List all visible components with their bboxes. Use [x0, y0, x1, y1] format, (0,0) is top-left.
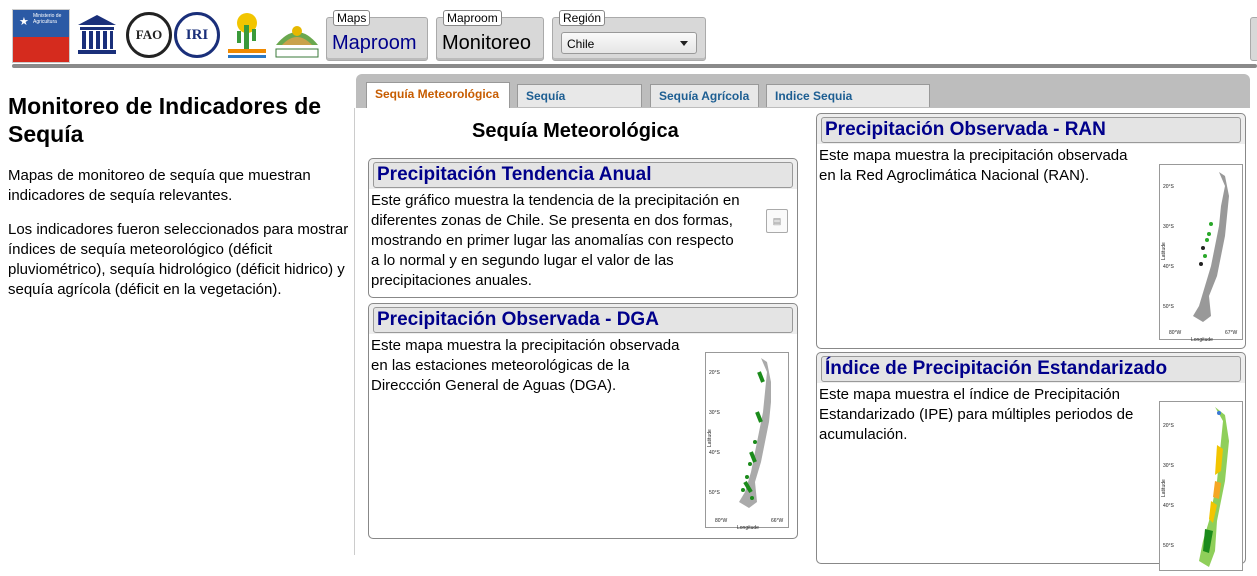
svg-text:20°S: 20°S [1163, 423, 1175, 429]
svg-text:40°S: 40°S [1163, 264, 1175, 270]
maproom-legend: Maproom [443, 10, 502, 26]
map-thumbnail-dga[interactable]: 20°S 30°S 40°S 50°S 80°W 66°W Longitude … [705, 352, 789, 532]
chile-star-icon: ★ [19, 16, 29, 28]
tab-sequia-hidrologica[interactable]: Sequía Hidrológica [517, 84, 642, 126]
iri-logo-text: IRI [185, 26, 209, 43]
tab-sequia-agricola[interactable]: Sequía Agrícola [650, 84, 759, 107]
svg-text:20°S: 20°S [709, 370, 721, 376]
svg-text:30°S: 30°S [1163, 224, 1175, 230]
fao-logo-text: FAO [135, 27, 163, 42]
cazalac-logo[interactable] [226, 9, 268, 61]
svg-text:20°S: 20°S [1163, 184, 1175, 190]
fao-logo[interactable]: FAO [126, 12, 172, 58]
iri-logo[interactable]: IRI [174, 12, 220, 58]
top-bar: ★ Ministerio de Agricultura FAO IRI Maps… [0, 0, 1257, 66]
chevron-down-icon [680, 41, 688, 46]
sidebar-description-text: Los indicadores fueron seleccionados par… [8, 221, 349, 298]
sidebar-intro-text: Mapas de monitoreo de sequía que muestra… [8, 167, 311, 204]
svg-text:Latitude: Latitude [1161, 479, 1167, 497]
svg-text:67°W: 67°W [1225, 330, 1238, 336]
svg-text:50°S: 50°S [709, 490, 721, 496]
card-header: Precipitación Observada - DGA [373, 307, 793, 333]
svg-text:Longitude: Longitude [1191, 337, 1213, 343]
svg-text:50°S: 50°S [1163, 304, 1175, 310]
map-thumbnail-ran[interactable]: 20°S 30°S 40°S 50°S 80°W 67°W Longitude … [1159, 164, 1243, 344]
svg-text:30°S: 30°S [1163, 463, 1175, 469]
card-title-link[interactable]: Precipitación Tendencia Anual [377, 163, 652, 187]
ministerio-agricultura-logo[interactable]: ★ Ministerio de Agricultura [12, 9, 70, 63]
card-title-link[interactable]: Precipitación Observada - DGA [377, 308, 659, 332]
svg-text:Longitude: Longitude [737, 525, 759, 531]
region-legend: Región [559, 10, 606, 26]
card-header: Precipitación Tendencia Anual [373, 162, 793, 188]
region-dropdown[interactable]: Chile [561, 32, 697, 54]
tab-indice-sequia-combinado[interactable]: Indice Sequia Combinado [766, 84, 930, 126]
toolbar-edge-control[interactable] [1250, 17, 1257, 61]
maps-selector[interactable]: Maps Maproom [326, 10, 428, 61]
svg-text:Latitude: Latitude [707, 429, 713, 447]
svg-text:80°W: 80°W [715, 518, 728, 524]
svg-text:40°S: 40°S [1163, 503, 1175, 509]
maproom-link[interactable]: Maproom [332, 30, 416, 56]
page-title: Monitoreo de Indicadores de Sequía [8, 93, 322, 147]
tab-sequia-meteorologica[interactable]: Sequía Meteorológica [366, 82, 510, 109]
document-icon[interactable]: ▤ [766, 209, 788, 233]
maps-legend: Maps [333, 10, 371, 26]
svg-text:30°S: 30°S [709, 410, 721, 416]
section-title: Sequía Meteorológica [472, 120, 679, 142]
svg-text:40°S: 40°S [709, 450, 721, 456]
maproom-selector[interactable]: Maproom Monitoreo [436, 10, 544, 61]
card-description: Este mapa muestra el índice de Precipita… [819, 386, 1134, 443]
card-title-link[interactable]: Índice de Precipitación Estandarizado [825, 357, 1167, 381]
card-description: Este mapa muestra la precipitación obser… [819, 147, 1128, 184]
region-selector[interactable]: Región Chile [552, 10, 706, 61]
header-divider [12, 64, 1257, 68]
sidebar: Monitoreo de Indicadores de Sequía Mapas… [8, 92, 350, 300]
svg-text:50°S: 50°S [1163, 543, 1175, 549]
svg-text:66°W: 66°W [771, 518, 784, 524]
card-precipitacion-observada-dga: Precipitación Observada - DGA Este mapa … [368, 303, 798, 539]
monitoreo-link[interactable]: Monitoreo [442, 30, 531, 56]
card-description: Este gráfico muestra la tendencia de la … [371, 192, 740, 289]
region-selected-value: Chile [567, 37, 595, 51]
unesco-logo[interactable] [74, 9, 120, 61]
map-thumbnail-ipe[interactable]: 20°S 30°S 40°S 50°S Latitude [1159, 401, 1243, 571]
card-description: Este mapa muestra la precipitación obser… [371, 337, 680, 394]
svg-text:80°W: 80°W [1169, 330, 1182, 336]
card-header: Precipitación Observada - RAN [821, 117, 1241, 143]
card-header: Índice de Precipitación Estandarizado [821, 356, 1241, 382]
card-indice-precipitacion-estandarizado: Índice de Precipitación Estandarizado Es… [816, 352, 1246, 571]
ceaza-logo[interactable] [272, 9, 322, 61]
chile-logo-text: Ministerio de Agricultura [33, 13, 62, 25]
card-precipitacion-observada-ran: Precipitación Observada - RAN Este mapa … [816, 113, 1246, 349]
card-precipitacion-tendencia-anual: Precipitación Tendencia Anual Este gráfi… [368, 158, 798, 298]
card-title-link[interactable]: Precipitación Observada - RAN [825, 118, 1106, 142]
svg-text:Latitude: Latitude [1161, 242, 1167, 260]
